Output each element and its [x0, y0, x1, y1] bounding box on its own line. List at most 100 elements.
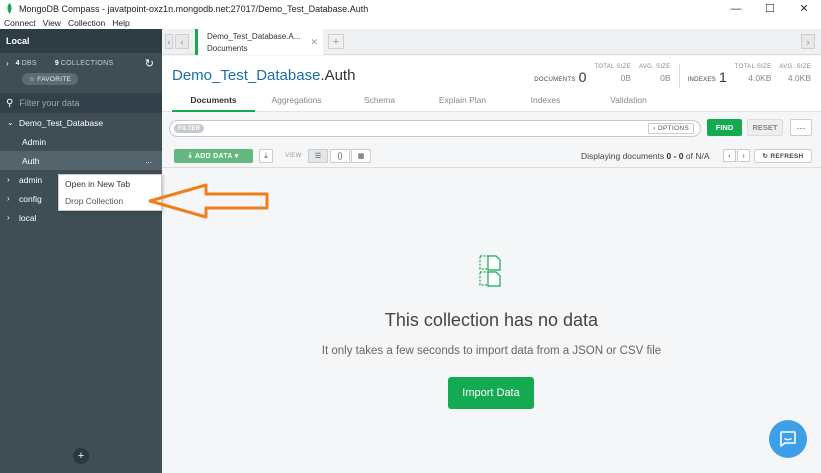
tab-explain-plan[interactable]: Explain Plan — [421, 91, 504, 112]
stat-value: 4.0KB — [748, 73, 772, 83]
stat-value: 4.0KB — [787, 73, 811, 83]
empty-subtitle: It only takes a few seconds to import da… — [321, 345, 662, 357]
create-database-button[interactable]: + — [73, 448, 89, 464]
collection-name: .Auth — [320, 67, 356, 84]
list-view-icon[interactable]: ☰ — [308, 149, 328, 163]
collections-label: COLLECTIONS — [60, 60, 114, 67]
close-window-button[interactable]: ✕ — [787, 0, 821, 17]
collection-header: Demo_Test_Database.Auth DOCUMENTS 0 TOTA… — [162, 56, 821, 112]
documents-avg-size: AVG. SIZE 0B — [639, 64, 671, 83]
chevron-down-icon: ⌄ — [7, 118, 14, 127]
chevron-right-icon: › — [7, 213, 10, 222]
options-button[interactable]: › OPTIONS — [648, 123, 694, 134]
minimize-button[interactable]: — — [719, 0, 753, 17]
chevron-right-icon[interactable]: › — [6, 59, 9, 68]
database-name[interactable]: Demo_Test_Database — [172, 67, 320, 84]
db-name: Demo_Test_Database — [19, 117, 104, 128]
stat-value: 0B — [620, 73, 631, 83]
collections-count: 9 — [54, 60, 59, 67]
refresh-button[interactable]: ↻ REFRESH — [754, 149, 812, 163]
stat-label: AVG. SIZE — [638, 64, 671, 70]
menu-view[interactable]: View — [43, 18, 61, 28]
sidebar-collection-admin[interactable]: Admin — [0, 132, 162, 151]
search-icon: ⚲ — [6, 97, 14, 109]
tab-bar: ‹ ‹ Demo_Test_Database.A... Documents ✕ … — [162, 29, 821, 55]
tab-aggregations[interactable]: Aggregations — [255, 91, 338, 112]
indexes-avg-size: AVG. SIZE 4.0KB — [779, 64, 811, 83]
sidebar: Local › 4 DBS 9 COLLECTIONS ↻ ☆ FAVORITE… — [0, 29, 162, 473]
download-icon: ⤓ — [188, 152, 192, 159]
menu-collection[interactable]: Collection — [68, 18, 105, 28]
chat-button[interactable] — [769, 420, 807, 458]
menu-bar: Connect View Collection Help — [0, 17, 821, 29]
window-controls: — ☐ ✕ — [719, 0, 821, 17]
filter-input[interactable]: FILTER › OPTIONS — [169, 120, 701, 137]
displaying-suffix: of N/A — [683, 151, 710, 161]
chevron-right-icon: › — [7, 175, 10, 184]
prev-page-icon[interactable]: ‹ — [723, 149, 736, 162]
tab-indexes[interactable]: Indexes — [504, 91, 587, 112]
collection-stats: DOCUMENTS 0 TOTAL SIZE 0B AVG. SIZE 0B I… — [534, 64, 811, 88]
documents-stat: DOCUMENTS 0 — [534, 69, 586, 85]
displaying-prefix: Displaying documents — [581, 151, 667, 161]
tab-documents[interactable]: Demo_Test_Database.A... Documents ✕ — [195, 29, 323, 55]
empty-title: This collection has no data — [384, 310, 599, 330]
collection-name: Admin — [22, 136, 47, 147]
indexes-label: INDEXES — [687, 77, 717, 83]
indexes-stat: INDEXES 1 — [688, 69, 727, 85]
sub-tabs: Documents Aggregations Schema Explain Pl… — [172, 91, 670, 112]
stats-divider — [678, 64, 680, 88]
tab-schema[interactable]: Schema — [338, 91, 421, 112]
dbs-count: 4 — [15, 60, 20, 67]
new-tab-button[interactable]: + — [328, 34, 344, 49]
documents-label: DOCUMENTS — [534, 77, 576, 83]
chevron-right-icon: › — [7, 194, 10, 203]
db-name: config — [19, 193, 42, 204]
dbs-label: DBS — [21, 60, 37, 67]
sidebar-collection-auth[interactable]: Auth ... — [0, 151, 162, 170]
favorite-button[interactable]: ☆ FAVORITE — [22, 73, 79, 85]
sidebar-stats: › 4 DBS 9 COLLECTIONS ↻ ☆ FAVORITE — [0, 53, 162, 93]
add-data-button[interactable]: ⤓ ADD DATA ▾ — [174, 149, 253, 163]
collection-options-dots[interactable]: ... — [145, 156, 152, 165]
sidebar-db-demo-test-database[interactable]: ⌄ Demo_Test_Database — [0, 113, 162, 132]
forward-icon[interactable]: › — [801, 34, 815, 49]
more-options-button[interactable]: ··· — [790, 119, 812, 136]
import-data-button[interactable]: Import Data — [448, 377, 534, 409]
close-tab-icon[interactable]: ✕ — [310, 37, 318, 48]
db-name: admin — [19, 174, 43, 185]
displaying-documents: Displaying documents 0 - 0 of N/A — [581, 151, 710, 161]
displaying-range: 0 - 0 — [666, 151, 684, 161]
maximize-button[interactable]: ☐ — [753, 0, 787, 17]
next-page-icon[interactable]: › — [737, 149, 750, 162]
table-view-icon[interactable]: ▦ — [351, 149, 371, 163]
annotation-arrow-icon — [148, 183, 269, 219]
sidebar-filter[interactable]: ⚲ Filter your data — [0, 93, 162, 113]
reset-button[interactable]: RESET — [747, 119, 783, 136]
db-name: local — [19, 212, 37, 223]
stat-label: TOTAL SIZE — [734, 64, 772, 70]
filter-placeholder: Filter your data — [19, 98, 80, 108]
filter-badge: FILTER — [174, 124, 205, 133]
tab-subtitle: Documents — [207, 44, 248, 53]
indexes-total-size: TOTAL SIZE 4.0KB — [735, 64, 772, 83]
view-label: VIEW — [285, 153, 302, 159]
chat-icon — [780, 431, 796, 447]
tab-title: Demo_Test_Database.A... — [207, 32, 301, 41]
export-icon[interactable]: ⤓ — [259, 149, 273, 163]
json-view-icon[interactable]: {} — [330, 149, 350, 163]
tab-scroll-left-icon[interactable]: ‹ — [165, 34, 173, 49]
app-window: MongoDB Compass - javatpoint-oxz1n.mongo… — [0, 0, 821, 473]
menu-connect[interactable]: Connect — [4, 18, 36, 28]
mongodb-leaf-icon — [7, 3, 12, 14]
documents-toolbar: ⤓ ADD DATA ▾ ⤓ VIEW ☰ {} ▦ Displaying do… — [162, 143, 821, 168]
tab-documents-sub[interactable]: Documents — [172, 91, 255, 112]
refresh-icon[interactable]: ↻ — [145, 57, 154, 70]
back-icon[interactable]: ‹ — [175, 34, 189, 49]
find-button[interactable]: FIND — [707, 119, 742, 136]
stat-label: TOTAL SIZE — [594, 64, 631, 70]
collection-title: Demo_Test_Database.Auth — [172, 67, 355, 84]
documents-count: 0 — [578, 69, 587, 85]
menu-help[interactable]: Help — [112, 18, 129, 28]
tab-validation[interactable]: Validation — [587, 91, 670, 112]
